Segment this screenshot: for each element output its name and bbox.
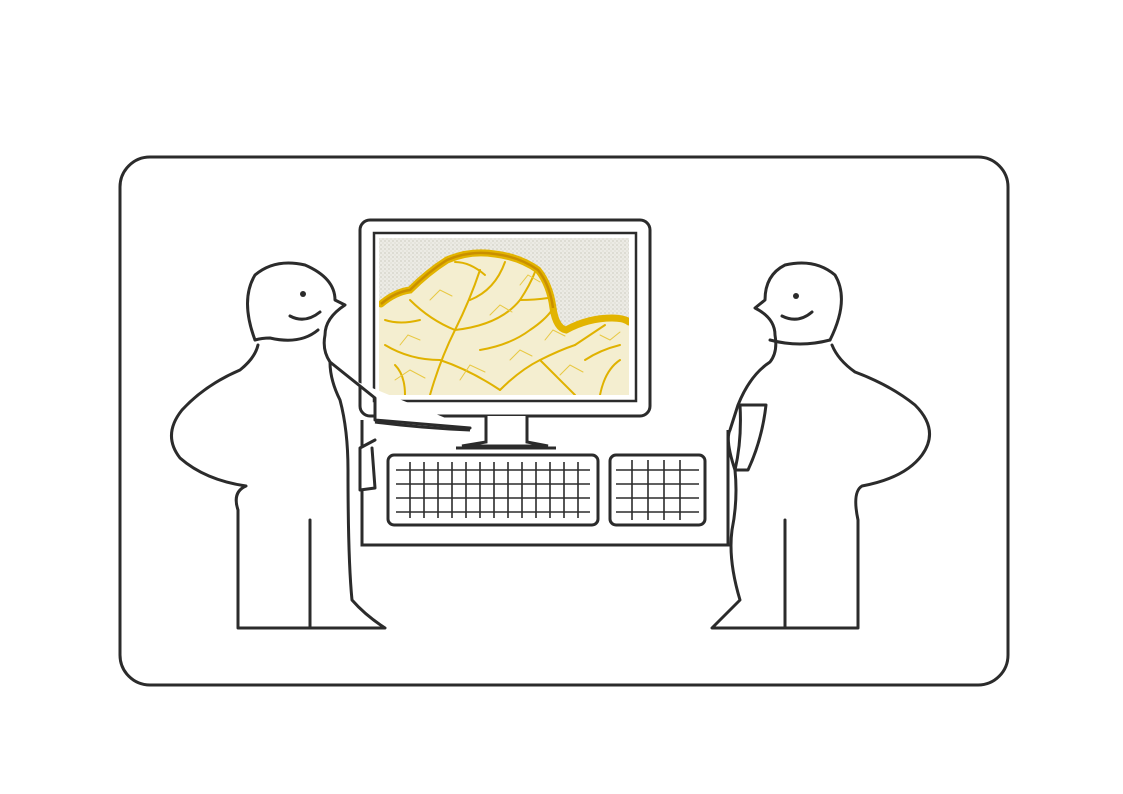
person-left-eye [300, 291, 306, 297]
illustration-svg [118, 155, 1010, 687]
illustration [0, 0, 1123, 794]
screen-image [379, 238, 629, 395]
numeric-keypad [608, 453, 707, 527]
person-right-eye [793, 293, 799, 299]
keyboard [386, 453, 600, 527]
